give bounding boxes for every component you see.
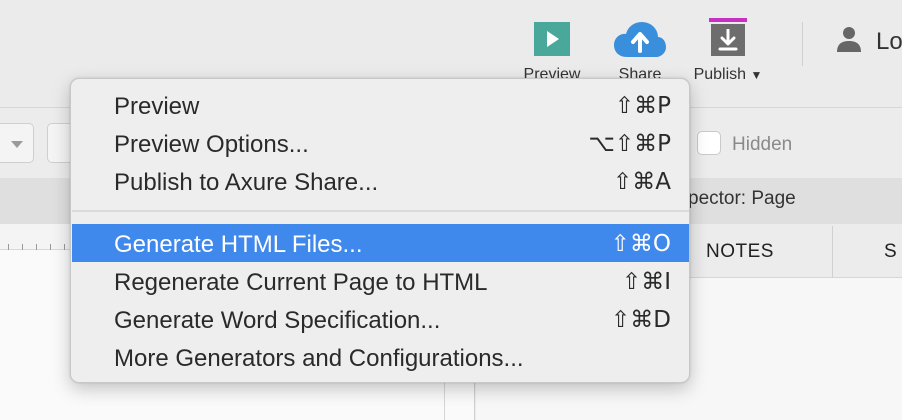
publish-accent-bar: [709, 18, 747, 22]
menu-item-generate-html[interactable]: Generate HTML Files... ⇧⌘O: [72, 224, 689, 262]
menu-item-shortcut: ⇧⌘D: [611, 307, 671, 333]
ruler-tick: [64, 244, 65, 250]
user-login-label[interactable]: Lo: [876, 28, 902, 56]
menu-item-label: More Generators and Configurations...: [114, 345, 524, 372]
menu-item-preview[interactable]: Preview ⇧⌘P: [72, 86, 689, 124]
menu-item-shortcut: ⇧⌘I: [621, 269, 671, 295]
download-icon: [718, 29, 738, 51]
menu-item-label: Regenerate Current Page to HTML: [114, 269, 488, 296]
user-icon: [837, 27, 861, 52]
toolbar-separator: [802, 22, 803, 66]
menu-item-label: Preview: [114, 93, 200, 120]
menu-item-more-generators[interactable]: More Generators and Configurations...: [72, 338, 689, 376]
hidden-checkbox[interactable]: [697, 131, 721, 155]
menu-item-label: Generate Word Specification...: [114, 307, 441, 334]
ruler-tick: [36, 244, 37, 250]
hidden-label: Hidden: [732, 134, 793, 155]
publish-button[interactable]: Publish ▼: [688, 18, 768, 90]
publish-button-label: Publish ▼: [693, 66, 763, 83]
menu-item-shortcut: ⌥⇧⌘P: [588, 131, 671, 157]
inspector-title: pector: Page: [688, 188, 796, 209]
menu-item-regenerate-current-page[interactable]: Regenerate Current Page to HTML ⇧⌘I: [72, 262, 689, 300]
menu-item-label: Preview Options...: [114, 131, 309, 158]
play-icon: [534, 22, 570, 56]
menu-separator: [72, 210, 689, 212]
ruler-tick: [8, 244, 9, 250]
publish-menu: Preview ⇧⌘P Preview Options... ⌥⇧⌘P Publ…: [70, 78, 690, 383]
menu-item-shortcut: ⇧⌘O: [610, 231, 671, 257]
menu-item-shortcut: ⇧⌘P: [614, 93, 671, 119]
menu-item-label: Generate HTML Files...: [114, 231, 363, 258]
ruler-tick: [50, 244, 51, 250]
menu-item-preview-options[interactable]: Preview Options... ⌥⇧⌘P: [72, 124, 689, 162]
font-dropdown[interactable]: [0, 123, 34, 163]
menu-item-publish-axure-share[interactable]: Publish to Axure Share... ⇧⌘A: [72, 162, 689, 200]
tab-notes[interactable]: NOTES: [706, 241, 774, 263]
tab-separator: [832, 226, 833, 278]
menu-item-generate-word-spec[interactable]: Generate Word Specification... ⇧⌘D: [72, 300, 689, 338]
menu-item-label: Publish to Axure Share...: [114, 169, 379, 196]
tab-style[interactable]: S: [884, 241, 897, 263]
cloud-upload-icon: [614, 22, 666, 57]
ruler-tick: [22, 244, 23, 250]
menu-item-shortcut: ⇧⌘A: [612, 169, 671, 195]
